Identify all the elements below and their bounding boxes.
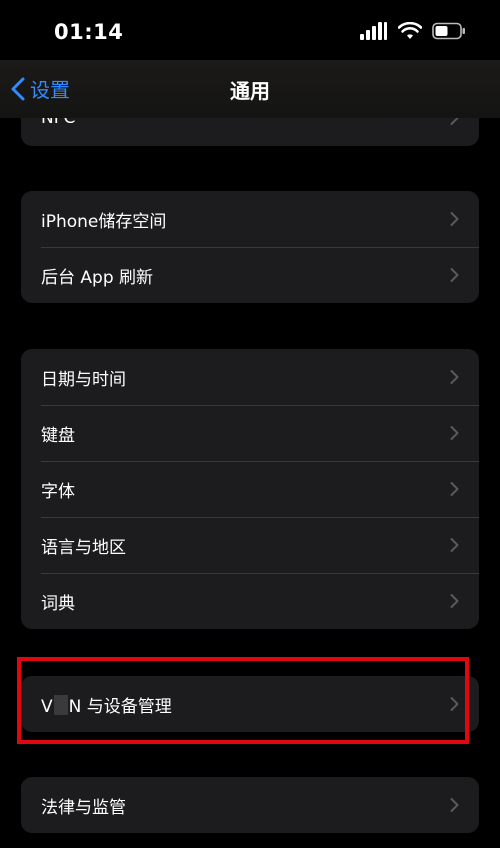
legal-regulatory-label: 法律与监管 bbox=[41, 797, 126, 818]
status-icons bbox=[360, 22, 466, 40]
wifi-icon bbox=[398, 22, 422, 39]
vpn-label-prefix: V bbox=[41, 696, 53, 717]
chevron-right-icon bbox=[450, 212, 459, 226]
iphone-storage-label: iPhone储存空间 bbox=[41, 211, 167, 232]
background-app-refresh-row[interactable]: 后台 App 刷新 bbox=[21, 247, 479, 303]
vpn-label-suffix: N 与设备管理 bbox=[68, 696, 172, 717]
page-title: 通用 bbox=[230, 79, 270, 103]
settings-group-vpn: V N 与设备管理 bbox=[21, 676, 479, 732]
keyboard-label: 键盘 bbox=[41, 425, 75, 446]
vpn-device-management-row[interactable]: V N 与设备管理 bbox=[21, 676, 479, 732]
chevron-right-icon bbox=[450, 798, 459, 812]
navigation-bar: 设置 通用 bbox=[0, 60, 500, 118]
date-time-row[interactable]: 日期与时间 bbox=[21, 349, 479, 405]
settings-group-legal: 法律与监管 bbox=[21, 777, 479, 833]
chevron-right-icon bbox=[450, 268, 459, 282]
status-bar: 01:14 bbox=[0, 0, 500, 60]
redaction-mask bbox=[53, 694, 68, 715]
language-region-row[interactable]: 语言与地区 bbox=[21, 517, 479, 573]
legal-regulatory-row[interactable]: 法律与监管 bbox=[21, 777, 479, 833]
dictionary-label: 词典 bbox=[41, 593, 75, 614]
fonts-row[interactable]: 字体 bbox=[21, 461, 479, 517]
vpn-device-management-label: V N 与设备管理 bbox=[41, 692, 172, 717]
chevron-right-icon bbox=[450, 538, 459, 552]
background-app-refresh-label: 后台 App 刷新 bbox=[41, 267, 154, 288]
language-region-label: 语言与地区 bbox=[41, 537, 126, 558]
chevron-right-icon bbox=[450, 482, 459, 496]
keyboard-row[interactable]: 键盘 bbox=[21, 405, 479, 461]
fonts-label: 字体 bbox=[41, 481, 75, 502]
cellular-signal-icon bbox=[360, 22, 387, 40]
chevron-right-icon bbox=[450, 426, 459, 440]
status-time: 01:14 bbox=[54, 20, 124, 44]
dictionary-row[interactable]: 词典 bbox=[21, 573, 479, 629]
iphone-storage-row[interactable]: iPhone储存空间 bbox=[21, 191, 479, 247]
settings-group-locale: 日期与时间 键盘 字体 语言与地区 词典 bbox=[21, 349, 479, 629]
date-time-label: 日期与时间 bbox=[41, 369, 126, 390]
chevron-right-icon bbox=[450, 697, 459, 711]
chevron-right-icon bbox=[450, 370, 459, 384]
settings-group-storage: iPhone储存空间 后台 App 刷新 bbox=[21, 191, 479, 303]
chevron-right-icon bbox=[450, 594, 459, 608]
battery-icon bbox=[432, 22, 465, 40]
